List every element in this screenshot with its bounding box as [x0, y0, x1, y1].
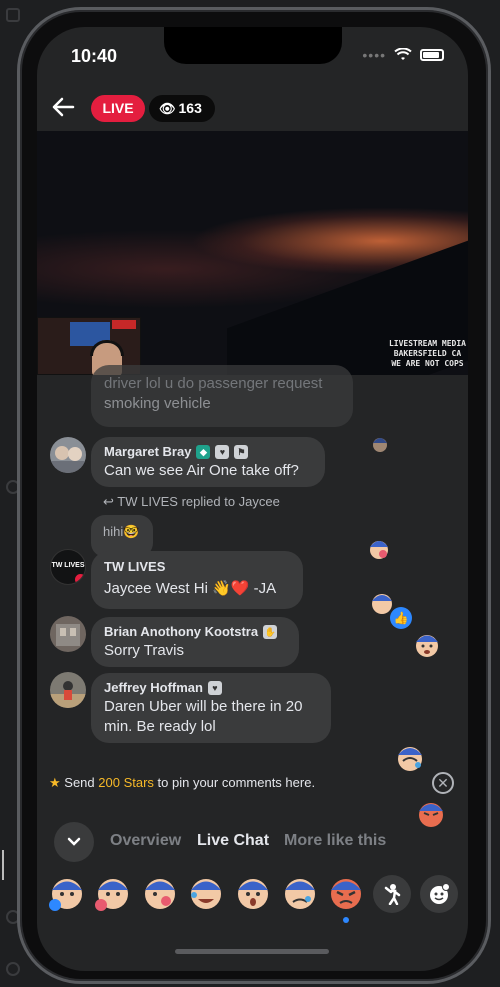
star-icon: ★	[49, 775, 65, 790]
tab-live-chat[interactable]: Live Chat	[197, 832, 269, 850]
tab-more-like-this[interactable]: More like this	[284, 832, 386, 850]
status-time: 10:40	[71, 46, 118, 66]
status-icons: ••••	[362, 47, 444, 63]
viewer-count-badge: 👁 163	[149, 95, 215, 122]
chat-message-text: driver lol u do passenger request	[104, 375, 323, 392]
chat-message: Brian Anothony Kootstra ✋ Sorry Travis	[91, 617, 299, 667]
badge-icon: ◆	[196, 444, 211, 459]
live-header: LIVE 👁 163	[37, 92, 468, 128]
eye-icon: 👁	[159, 101, 176, 116]
kiss-reaction-icon[interactable]	[140, 873, 180, 913]
heart-badge-icon: ♥	[207, 680, 222, 695]
avatar[interactable]	[50, 672, 86, 708]
wifi-icon	[394, 48, 412, 60]
avatar[interactable]	[50, 616, 86, 652]
sad-reaction-icon[interactable]	[280, 873, 320, 913]
reply-icon: ↩	[103, 494, 118, 509]
sticker-icon[interactable]	[420, 875, 458, 913]
flag-badge-icon: ⚑	[234, 444, 249, 459]
chevron-down-icon[interactable]	[54, 822, 94, 862]
heart-reaction-icon[interactable]	[93, 873, 133, 913]
chat-author: Margaret Bray ◆ ♥ ⚑	[104, 444, 312, 459]
floating-reaction-icon	[411, 629, 443, 661]
chat-message-text: hihi🤓	[103, 524, 140, 539]
gear-icon	[6, 962, 20, 976]
copy-icon	[6, 8, 20, 22]
author-name: Brian Anothony Kootstra	[104, 624, 259, 639]
signal-dots-icon: ••••	[362, 47, 386, 63]
chat-message: Jeffrey Hoffman ♥ Daren Uber will be ther…	[91, 673, 331, 743]
chat-message-text: smoking vehicle	[104, 395, 211, 412]
viewer-count: 163	[178, 100, 202, 116]
chat-author: Jeffrey Hoffman ♥	[104, 680, 318, 695]
notch	[164, 27, 342, 64]
tab-bar: Overview Live Chat More like this	[37, 822, 468, 862]
chat-message: Margaret Bray ◆ ♥ ⚑ Can we see Air One take…	[91, 437, 325, 487]
reply-note: ↩ TW LIVES replied to Jaycee	[103, 494, 280, 510]
watermark-line: WE ARE NOT COPS	[391, 359, 464, 368]
reaction-bar	[37, 867, 468, 927]
chat-message-text: Daren Uber will be there in 20 min. Be r…	[104, 698, 303, 735]
avatar[interactable]: TW LIVES	[50, 549, 86, 585]
cheer-icon[interactable]	[373, 875, 411, 913]
chat-author: Brian Anothony Kootstra ✋	[104, 624, 286, 639]
text-cursor	[2, 850, 4, 880]
live-dot-icon	[75, 574, 85, 584]
chat-message-text: Sorry Travis	[104, 642, 185, 659]
watermark-line: BAKERSFIELD CA	[393, 349, 462, 358]
laugh-reaction-icon[interactable]	[186, 873, 226, 913]
wow-reaction-icon[interactable]	[233, 873, 273, 913]
pin-prefix: Send	[64, 775, 99, 790]
chat-message-text: Can we see Air One take off?	[104, 462, 299, 479]
chat-message: TW LIVES Jaycee West Hi 👋❤️ -JA	[91, 551, 303, 609]
author-name: Margaret Bray	[104, 444, 192, 459]
chat-message-partial: driver lol u do passenger request smokin…	[91, 365, 353, 427]
pin-suffix: to pin your comments here.	[153, 775, 316, 790]
home-indicator[interactable]	[175, 949, 329, 954]
selected-indicator	[343, 917, 349, 923]
like-reaction-icon[interactable]	[47, 873, 87, 913]
author-name: Jeffrey Hoffman	[104, 680, 203, 695]
pin-stars: 200 Stars	[98, 775, 154, 790]
avatar-caption: TW LIVES	[51, 562, 85, 569]
floating-reaction-icon	[371, 435, 389, 453]
live-badge: LIVE	[91, 95, 145, 122]
pin-comment-prompt[interactable]: ★ Send 200 Stars to pin your comments he…	[49, 775, 315, 791]
live-video[interactable]: LIVESTREAM MEDIA BAKERSFIELD CA WE ARE N…	[37, 131, 468, 375]
chat-author: TW LIVES	[104, 559, 166, 574]
phone-screen: 10:40 •••• LIVE 👁 163 LIVESTREAM MEDIA BA…	[37, 27, 468, 971]
battery-icon	[420, 49, 444, 61]
watermark-line: LIVESTREAM MEDIA	[388, 339, 466, 348]
tab-overview[interactable]: Overview	[110, 832, 181, 850]
back-arrow-icon[interactable]	[51, 96, 75, 122]
close-icon[interactable]: ✕	[432, 772, 454, 794]
floating-reaction-icon	[393, 741, 427, 775]
pip-badge	[112, 320, 136, 329]
avatar[interactable]	[50, 437, 86, 473]
angry-reaction-icon[interactable]	[326, 873, 366, 913]
reply-note-text: TW LIVES replied to Jaycee	[117, 494, 280, 509]
video-watermark: LIVESTREAM MEDIA BAKERSFIELD CA WE ARE N…	[389, 339, 466, 369]
floating-reaction-icon	[367, 537, 391, 561]
hand-badge-icon: ✋	[263, 624, 278, 639]
heart-badge-icon: ♥	[215, 444, 230, 459]
chat-message-text: Jaycee West Hi 👋❤️ -JA	[104, 580, 277, 597]
like-icon: 👍	[390, 607, 412, 629]
